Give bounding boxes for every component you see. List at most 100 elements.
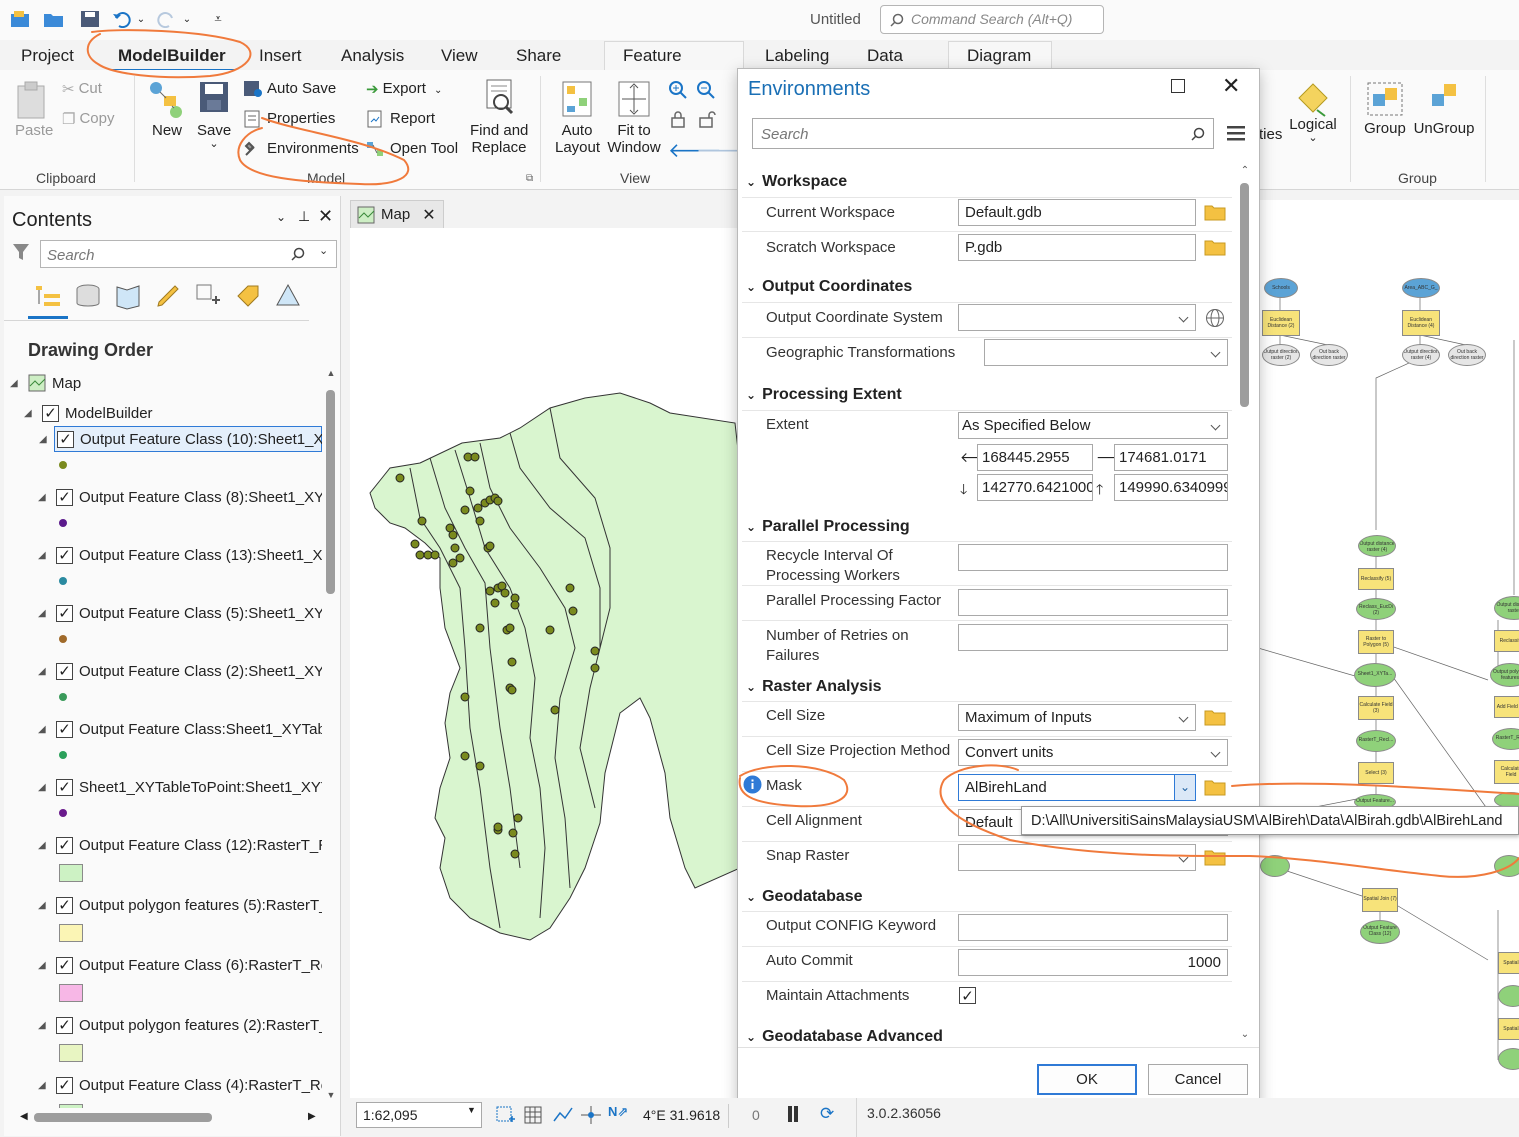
layer-symbol[interactable] (59, 751, 67, 759)
graph-node-reclassify[interactable]: Reclassify (5) (1358, 568, 1394, 590)
command-search-input[interactable]: Command Search (Alt+Q) (880, 5, 1104, 34)
project-icon[interactable] (8, 8, 32, 30)
graph-node-r-calc[interactable]: Calculate Field (1494, 760, 1519, 784)
ok-button[interactable]: OK (1037, 1064, 1137, 1095)
pin-icon[interactable]: ⊥ (298, 208, 310, 225)
section-output-coordinates[interactable]: ⌄ Output Coordinates (746, 278, 912, 296)
visibility-checkbox[interactable]: ✓ (42, 404, 59, 422)
zoom-out-icon[interactable] (696, 80, 716, 100)
auto-layout-button[interactable]: Auto Layout (555, 78, 600, 156)
current-workspace-field[interactable]: Default.gdb (958, 199, 1196, 226)
layer-item[interactable]: ◢ ✓ Output Feature Class (4):RasterT_Rec (38, 1072, 322, 1098)
maximize-icon[interactable] (1171, 79, 1185, 93)
graph-node-spatial-join[interactable]: Spatial Join (7) (1362, 888, 1398, 912)
collapse-icon[interactable]: ◢ (38, 960, 50, 971)
paste-button[interactable]: Paste (14, 80, 53, 139)
ppf-field[interactable] (958, 589, 1228, 616)
collapse-icon[interactable]: ◢ (38, 492, 50, 503)
scrollbar-thumb[interactable] (1240, 183, 1249, 407)
tab-feature-layer[interactable]: Feature Layer (604, 41, 744, 93)
list-by-snapping-icon[interactable] (194, 282, 222, 310)
visibility-checkbox[interactable]: ✓ (56, 546, 73, 564)
layer-item[interactable]: ◢ ✓ Output Feature Class (13):Sheet1_XY (38, 542, 322, 568)
layer-symbol[interactable] (59, 693, 67, 701)
visibility-checkbox[interactable]: ✓ (56, 720, 73, 738)
layer-item[interactable]: ◢ ✓ Output Feature Class (5):Sheet1_XYTa (38, 600, 322, 626)
scrollbar-thumb[interactable] (326, 390, 335, 594)
chevron-down-icon[interactable]: ⌄ (1174, 775, 1195, 800)
collapse-icon[interactable]: ◢ (39, 434, 51, 445)
map-node[interactable]: ◢ Map (10, 370, 81, 396)
graph-node-schools[interactable]: Schools (1264, 278, 1298, 298)
info-icon[interactable] (743, 775, 762, 794)
scroll-up-icon[interactable]: ▲ (324, 368, 338, 378)
list-by-source-icon[interactable] (74, 282, 102, 310)
contents-search-input[interactable]: Search ⌄ (40, 240, 337, 268)
layer-item[interactable]: ◢ ✓ Output Feature Class (6):RasterT_Rec (38, 952, 322, 978)
graph-node-r-spatial[interactable]: Spatial... (1498, 952, 1519, 974)
refresh-icon[interactable]: ⟳ (820, 1104, 834, 1124)
contents-scrollbar[interactable]: ▲ ▼ (324, 368, 338, 1108)
folder-icon[interactable] (1204, 848, 1226, 866)
section-parallel-processing[interactable]: ⌄ Parallel Processing (746, 518, 910, 536)
graph-node-r-spatial-2[interactable]: Spatial... (1498, 1018, 1519, 1040)
north-arrow-icon[interactable]: N⇗ (608, 1104, 628, 1120)
mask-dropdown[interactable]: AlBirehLand ⌄ (958, 774, 1196, 801)
tab-share[interactable]: Share (506, 44, 571, 72)
section-raster-analysis[interactable]: ⌄ Raster Analysis (746, 678, 882, 696)
layer-symbol[interactable] (59, 1104, 83, 1108)
group-button[interactable]: Group (1362, 80, 1408, 137)
select-tool-icon[interactable] (495, 1105, 517, 1125)
map-canvas[interactable] (350, 228, 740, 1098)
collapse-icon[interactable]: ◢ (10, 378, 22, 389)
close-icon[interactable]: ✕ (318, 206, 333, 227)
list-by-perspective-icon[interactable] (274, 282, 302, 310)
find-replace-button[interactable]: Find and Replace (470, 78, 528, 156)
output-cs-dropdown[interactable] (958, 304, 1196, 331)
contents-h-scrollbar[interactable]: ◀ ▶ (20, 1109, 320, 1125)
unlock-icon[interactable] (698, 110, 716, 128)
graph-node-rastert[interactable]: RasterT_Recl... (1356, 730, 1396, 752)
chevron-down-icon[interactable]: ⌄ (276, 210, 286, 224)
open-folder-icon[interactable] (42, 8, 66, 30)
logical-button[interactable]: Logical ⌄ (1288, 80, 1338, 144)
graph-node-r-out-4[interactable] (1494, 855, 1519, 877)
section-geodatabase-advanced[interactable]: ⌄ Geodatabase Advanced (746, 1028, 943, 1046)
collapse-icon[interactable]: ◢ (38, 724, 50, 735)
export-button[interactable]: ➔ Export ⌄ (366, 80, 442, 98)
cell-size-projection-dropdown[interactable]: Convert units (958, 739, 1228, 766)
visibility-checkbox[interactable]: ✓ (56, 956, 73, 974)
visibility-checkbox[interactable]: ✓ (56, 778, 73, 796)
grid-icon[interactable] (523, 1105, 543, 1125)
redo-dropdown-icon[interactable]: ⌄ (180, 8, 194, 30)
crosshair-icon[interactable] (580, 1105, 602, 1125)
graph-node-out-dist[interactable]: Output distance raster (4) (1358, 535, 1396, 557)
dialog-scrollbar[interactable]: ⌃ ⌄ (1238, 165, 1252, 1045)
globe-icon[interactable] (1205, 308, 1225, 328)
scratch-workspace-field[interactable]: P.gdb (958, 234, 1196, 261)
tab-analysis[interactable]: Analysis (331, 44, 414, 72)
list-by-editing-icon[interactable] (154, 282, 182, 310)
layer-symbol[interactable] (59, 519, 67, 527)
extent-dropdown[interactable]: As Specified Below (958, 412, 1228, 439)
pause-icon[interactable] (788, 1106, 792, 1122)
layer-symbol[interactable] (59, 635, 67, 643)
graph-node-r-reclassify[interactable]: Reclassify (1494, 630, 1519, 652)
extent-top-field[interactable]: 149990.6340999 (1114, 474, 1228, 501)
layer-item[interactable]: ◢ ✓ Sheet1_XYTableToPoint:Sheet1_XYTal (38, 774, 322, 800)
layer-item[interactable]: ◢ ✓ Output Feature Class:Sheet1_XYTable (38, 716, 322, 742)
layer-symbol[interactable] (59, 1044, 83, 1062)
graph-node-out-dir-2[interactable]: Output direction raster (2) (1262, 344, 1300, 366)
visibility-checkbox[interactable]: ✓ (56, 836, 73, 854)
recycle-interval-field[interactable] (958, 544, 1228, 571)
undo-dropdown-icon[interactable]: ⌄ (134, 8, 148, 30)
list-by-selection-icon[interactable] (114, 282, 142, 310)
layer-symbol[interactable] (59, 461, 67, 469)
graph-node-euclidean-4[interactable]: Euclidean Distance (4) (1402, 310, 1440, 336)
save-icon[interactable] (78, 8, 102, 30)
collapse-icon[interactable]: ◢ (38, 782, 50, 793)
layer-item[interactable]: ◢ ✓ Output Feature Class (10):Sheet1_XY (39, 426, 322, 452)
layer-item[interactable]: ◢ ✓ Output Feature Class (2):Sheet1_XYTa (38, 658, 322, 684)
graph-node-out-dir-4[interactable]: Output direction raster (4) (1402, 344, 1440, 366)
menu-icon[interactable] (1227, 124, 1245, 142)
